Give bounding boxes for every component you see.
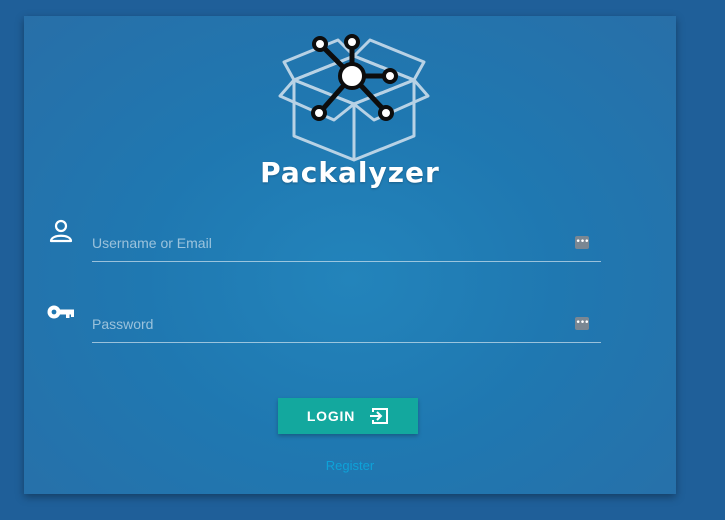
key-icon xyxy=(46,302,76,332)
person-icon xyxy=(48,218,78,248)
login-button-label: LOGIN xyxy=(306,408,356,424)
register-link[interactable]: Register xyxy=(24,458,676,473)
password-field: ••• xyxy=(92,302,601,343)
password-manager-icon[interactable]: ••• xyxy=(575,317,589,330)
login-arrow-icon xyxy=(370,408,389,424)
password-input[interactable] xyxy=(92,312,562,336)
app-name: Packalyzer xyxy=(260,156,440,189)
username-field: ••• xyxy=(92,221,601,262)
username-input[interactable] xyxy=(92,231,562,255)
login-button[interactable]: LOGIN xyxy=(278,398,418,434)
login-card: Packalyzer ••• ••• LOGIN Register xyxy=(24,16,676,494)
password-manager-icon[interactable]: ••• xyxy=(575,236,589,249)
